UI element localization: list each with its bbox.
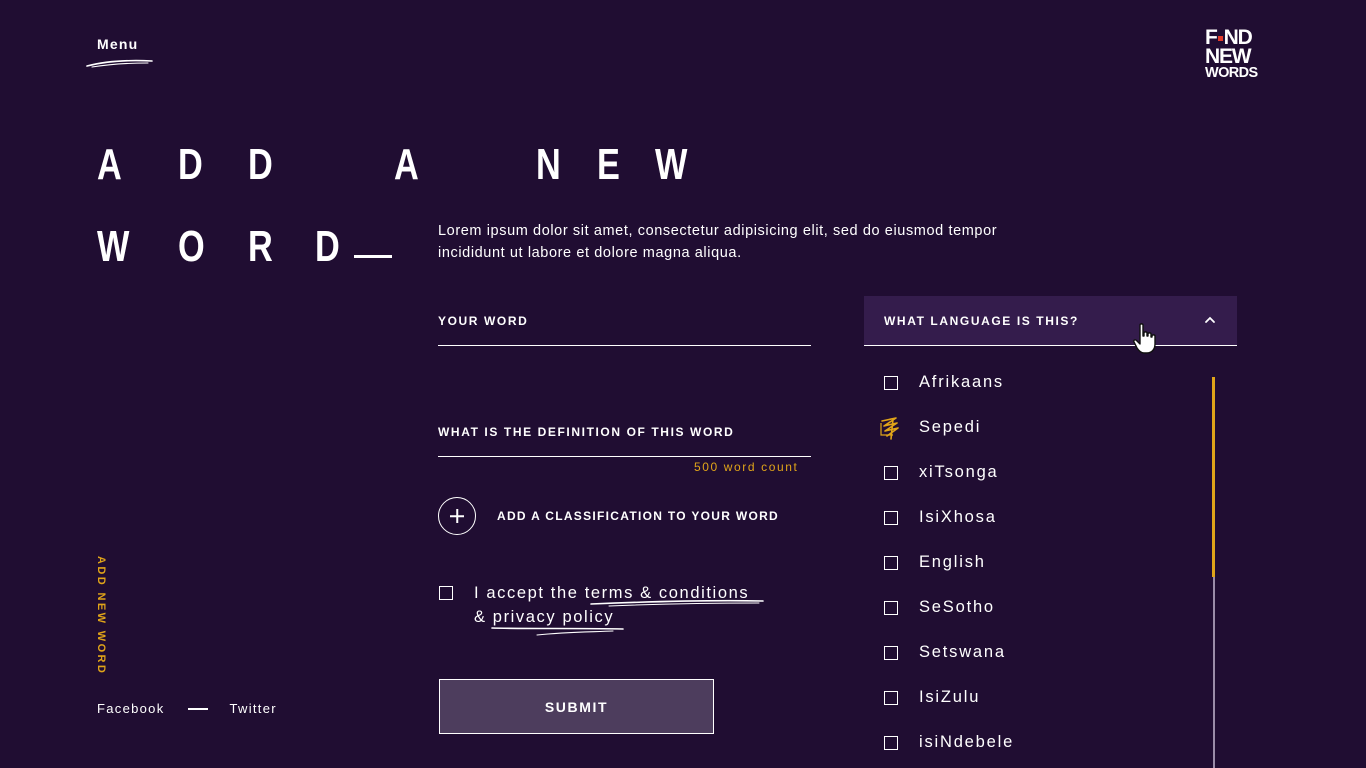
add-classification-button[interactable]: ADD A CLASSIFICATION TO YOUR WORD: [438, 496, 779, 536]
find-new-words-logo[interactable]: F ND NEW WORDS: [1205, 27, 1269, 81]
terms-text: I accept the terms & conditions & privac…: [474, 581, 794, 629]
language-checkbox[interactable]: [884, 690, 898, 705]
side-label: ADD NEW WORD: [95, 556, 107, 676]
title-letter: W: [655, 140, 688, 189]
language-label: SeSotho: [919, 598, 995, 616]
menu-underline-scribble: [86, 59, 153, 68]
social-separator: [187, 707, 208, 710]
facebook-link[interactable]: Facebook: [97, 701, 165, 716]
language-checkbox[interactable]: [884, 375, 898, 390]
language-checkbox[interactable]: [884, 600, 898, 615]
chevron-up-icon: [1205, 316, 1215, 323]
title-letter: D: [248, 140, 273, 189]
word-count: 500 word count: [694, 460, 799, 474]
terms-prefix: I accept the: [474, 584, 585, 602]
menu-button[interactable]: Menu: [86, 36, 153, 68]
privacy-policy-link[interactable]: privacy policy: [493, 608, 614, 626]
social-links: Facebook Twitter: [97, 701, 277, 716]
language-dropdown[interactable]: WHAT LANGUAGE IS THIS?: [864, 296, 1237, 346]
terms-ampersand: &: [474, 608, 493, 626]
language-option-isixhosa[interactable]: IsiXhosa: [884, 495, 1184, 540]
title-letter: E: [597, 140, 620, 189]
title-letter: D: [178, 140, 203, 189]
language-label: IsiZulu: [919, 688, 981, 706]
language-label: IsiXhosa: [919, 508, 997, 526]
language-option-sepedi[interactable]: Sepedi: [880, 405, 1184, 450]
title-letter: A: [97, 140, 122, 189]
language-label: xiTsonga: [919, 463, 999, 481]
twitter-link[interactable]: Twitter: [230, 701, 277, 716]
title-letter: W: [97, 222, 130, 271]
definition-label: WHAT IS THE DEFINITION OF THIS WORD: [438, 425, 735, 439]
language-option-isindebele[interactable]: isiNdebele: [884, 720, 1184, 765]
language-checkbox[interactable]: [884, 645, 898, 660]
checked-scribble-icon: [880, 416, 899, 440]
page: Menu F ND NEW WORDS A D D A N E W W O R D…: [0, 0, 1366, 768]
title-letter: A: [394, 140, 419, 189]
your-word-input[interactable]: YOUR WORD: [438, 296, 811, 346]
language-checkbox[interactable]: [884, 735, 898, 750]
logo-text-new: NEW: [1205, 45, 1252, 69]
hand-cursor-icon: [1133, 323, 1156, 354]
language-checkbox[interactable]: [884, 510, 898, 525]
language-label: English: [919, 553, 986, 571]
title-letter: O: [178, 222, 205, 271]
definition-input[interactable]: WHAT IS THE DEFINITION OF THIS WORD: [438, 408, 811, 457]
logo-text-words: WORDS: [1205, 64, 1258, 81]
language-label: isiNdebele: [919, 733, 1015, 751]
your-word-label: YOUR WORD: [438, 314, 529, 328]
terms-conditions-link[interactable]: terms & conditions: [585, 584, 750, 602]
language-scrollbar-thumb[interactable]: [1212, 377, 1215, 577]
intro-text: Lorem ipsum dolor sit amet, consectetur …: [438, 223, 998, 261]
language-label: Setswana: [919, 643, 1006, 661]
language-checkbox[interactable]: [884, 465, 898, 480]
title-line-1: A D D A N E W: [97, 140, 687, 222]
language-option-sesotho[interactable]: SeSotho: [884, 585, 1184, 630]
plus-circle-icon: [438, 497, 476, 535]
language-option-setswana[interactable]: Setswana: [884, 630, 1184, 675]
terms-checkbox[interactable]: [439, 586, 453, 600]
add-classification-label: ADD A CLASSIFICATION TO YOUR WORD: [497, 509, 780, 523]
submit-button[interactable]: SUBMIT: [439, 679, 714, 734]
language-option-isizulu[interactable]: IsiZulu: [884, 675, 1184, 720]
menu-label: Menu: [97, 36, 139, 52]
page-title: A D D A N E W W O R D: [97, 140, 687, 304]
language-checkbox[interactable]: [884, 555, 898, 570]
language-option-xitsonga[interactable]: xiTsonga: [884, 450, 1184, 495]
title-letter: N: [536, 140, 561, 189]
language-option-english[interactable]: English: [884, 540, 1184, 585]
logo-dot-icon: [1217, 35, 1223, 41]
language-label: Sepedi: [919, 418, 982, 436]
title-line-2: W O R D: [97, 222, 427, 304]
title-dash: [354, 255, 392, 258]
title-letter: R: [248, 222, 273, 271]
title-letter: D: [315, 222, 340, 271]
language-label: Afrikaans: [919, 373, 1004, 391]
language-dropdown-label: WHAT LANGUAGE IS THIS?: [884, 314, 1079, 328]
language-option-afrikaans[interactable]: Afrikaans: [884, 360, 1184, 405]
